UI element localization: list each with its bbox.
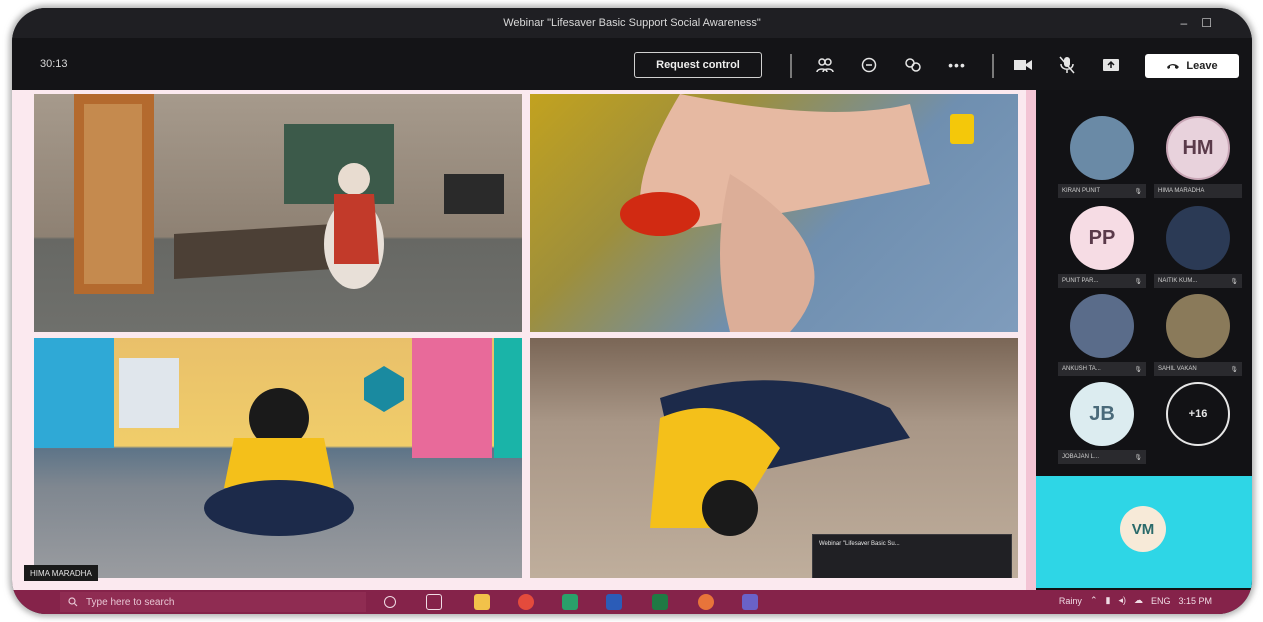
word-icon[interactable]: [606, 594, 622, 610]
mic-off-icon[interactable]: [1056, 56, 1078, 74]
avatar: VM: [1120, 506, 1166, 552]
windows-taskbar: Type here to search Rainy ⌃ ▮ ◂) ☁ ENG 3…: [12, 590, 1252, 614]
window-title: Webinar "Lifesaver Basic Support Social …: [503, 17, 761, 29]
participant-name: HIMA MARADHA: [1158, 188, 1205, 194]
participant-tile[interactable]: PP PUNIT PAR... 🎙: [1054, 202, 1150, 290]
request-control-button[interactable]: Request control: [634, 52, 762, 78]
participant-name-bar: HIMA MARADHA: [1154, 184, 1242, 198]
clock[interactable]: 3:15 PM: [1178, 596, 1212, 606]
participant-name-bar: JOBAJAN L... 🎙: [1058, 450, 1146, 464]
participant-tile[interactable]: HM HIMA MARADHA: [1150, 112, 1246, 200]
avatar: HM: [1166, 116, 1230, 180]
toolbar-divider: [790, 54, 792, 78]
leave-button[interactable]: Leave: [1145, 54, 1239, 78]
participant-tile[interactable]: JB JOBAJAN L... 🎙: [1054, 378, 1150, 466]
chrome-icon[interactable]: [518, 594, 534, 610]
chat-icon[interactable]: [858, 56, 880, 74]
language-label[interactable]: ENG: [1151, 596, 1171, 606]
mic-off-icon: 🎙: [1134, 278, 1142, 285]
meeting-window: Webinar "Lifesaver Basic Support Social …: [12, 8, 1252, 614]
store-icon[interactable]: [562, 594, 578, 610]
participant-name-bar: NAITIK KUM... 🎙: [1154, 274, 1242, 288]
active-speaker-tile[interactable]: VM: [1036, 476, 1252, 588]
avatar: [1070, 116, 1134, 180]
shared-screen-stage: Webinar "Lifesaver Basic Su... HIMA MARA…: [12, 90, 1036, 590]
window-controls: – ☐: [1181, 16, 1212, 30]
mic-off-icon: 🎙: [1230, 366, 1238, 373]
weather-label[interactable]: Rainy: [1059, 596, 1082, 606]
task-view-icon[interactable]: [426, 594, 442, 610]
mic-off-icon: 🎙: [1134, 188, 1142, 195]
mic-off-icon: 🎙: [1134, 454, 1142, 461]
mini-meeting-window[interactable]: Webinar "Lifesaver Basic Su...: [812, 534, 1012, 578]
avatar: [1166, 294, 1230, 358]
meeting-toolbar: 30:13 Request control ••• Leave: [12, 38, 1252, 90]
video-tile-room-scene: [34, 94, 522, 332]
participant-tile[interactable]: ANKUSH TA... 🎙: [1054, 290, 1150, 378]
maximize-icon[interactable]: ☐: [1201, 16, 1212, 30]
teams-icon[interactable]: [742, 594, 758, 610]
participant-name: JOBAJAN L...: [1062, 454, 1100, 460]
file-explorer-icon[interactable]: [474, 594, 490, 610]
participant-name: KIRAN PUNIT: [1062, 188, 1101, 194]
participant-name: SAHIL VAKAN: [1158, 366, 1197, 372]
participant-tile[interactable]: KIRAN PUNIT 🎙: [1054, 112, 1150, 200]
search-icon: [68, 597, 78, 607]
phone-hangup-icon: [1167, 64, 1180, 69]
firefox-icon[interactable]: [698, 594, 714, 610]
cortana-icon[interactable]: [384, 596, 396, 608]
avatar: [1166, 206, 1230, 270]
video-tile-child-crouching: [34, 338, 522, 578]
participant-name: ANKUSH TA...: [1062, 366, 1101, 372]
participant-overflow-button[interactable]: +16: [1150, 378, 1246, 466]
toolbar-divider: [992, 54, 994, 78]
share-icon[interactable]: [1100, 56, 1122, 74]
avatar: JB: [1070, 382, 1134, 446]
participant-name: NAITIK KUM...: [1158, 278, 1198, 284]
meeting-timer: 30:13: [40, 58, 68, 70]
mini-window-title: Webinar "Lifesaver Basic Su...: [819, 541, 900, 547]
taskbar-search-box[interactable]: Type here to search: [60, 592, 366, 612]
avatar: PP: [1070, 206, 1134, 270]
title-bar: Webinar "Lifesaver Basic Support Social …: [12, 8, 1252, 38]
avatar: [1070, 294, 1134, 358]
network-icon[interactable]: ▮: [1105, 595, 1110, 606]
presenter-name-tag: HIMA MARADHA: [24, 565, 98, 581]
minimize-icon[interactable]: –: [1181, 16, 1188, 30]
leave-label: Leave: [1186, 60, 1218, 72]
volume-icon[interactable]: ◂): [1118, 595, 1126, 606]
system-tray: Rainy ⌃ ▮ ◂) ☁ ENG 3:15 PM: [1059, 595, 1212, 606]
onedrive-icon[interactable]: ☁: [1134, 595, 1143, 606]
participant-name-bar: KIRAN PUNIT 🎙: [1058, 184, 1146, 198]
participant-tile[interactable]: NAITIK KUM... 🎙: [1150, 202, 1246, 290]
participant-name: PUNIT PAR...: [1062, 278, 1099, 284]
overflow-count: +16: [1166, 382, 1230, 446]
chevron-up-icon[interactable]: ⌃: [1090, 595, 1098, 606]
video-tile-bleeding-finger: [530, 94, 1018, 332]
participant-name-bar: ANKUSH TA... 🎙: [1058, 362, 1146, 376]
search-placeholder: Type here to search: [86, 596, 175, 608]
camera-icon[interactable]: [1012, 56, 1034, 74]
participant-name-bar: PUNIT PAR... 🎙: [1058, 274, 1146, 288]
video-tile-child-collapsed: Webinar "Lifesaver Basic Su...: [530, 338, 1018, 578]
people-icon[interactable]: [814, 56, 836, 74]
mic-off-icon: 🎙: [1134, 366, 1142, 373]
more-icon[interactable]: •••: [946, 56, 968, 74]
stage-divider: [1026, 90, 1036, 590]
participant-tile[interactable]: SAHIL VAKAN 🎙: [1150, 290, 1246, 378]
mic-off-icon: 🎙: [1230, 278, 1238, 285]
excel-icon[interactable]: [652, 594, 668, 610]
participant-name-bar: SAHIL VAKAN 🎙: [1154, 362, 1242, 376]
reactions-icon[interactable]: [902, 56, 924, 74]
